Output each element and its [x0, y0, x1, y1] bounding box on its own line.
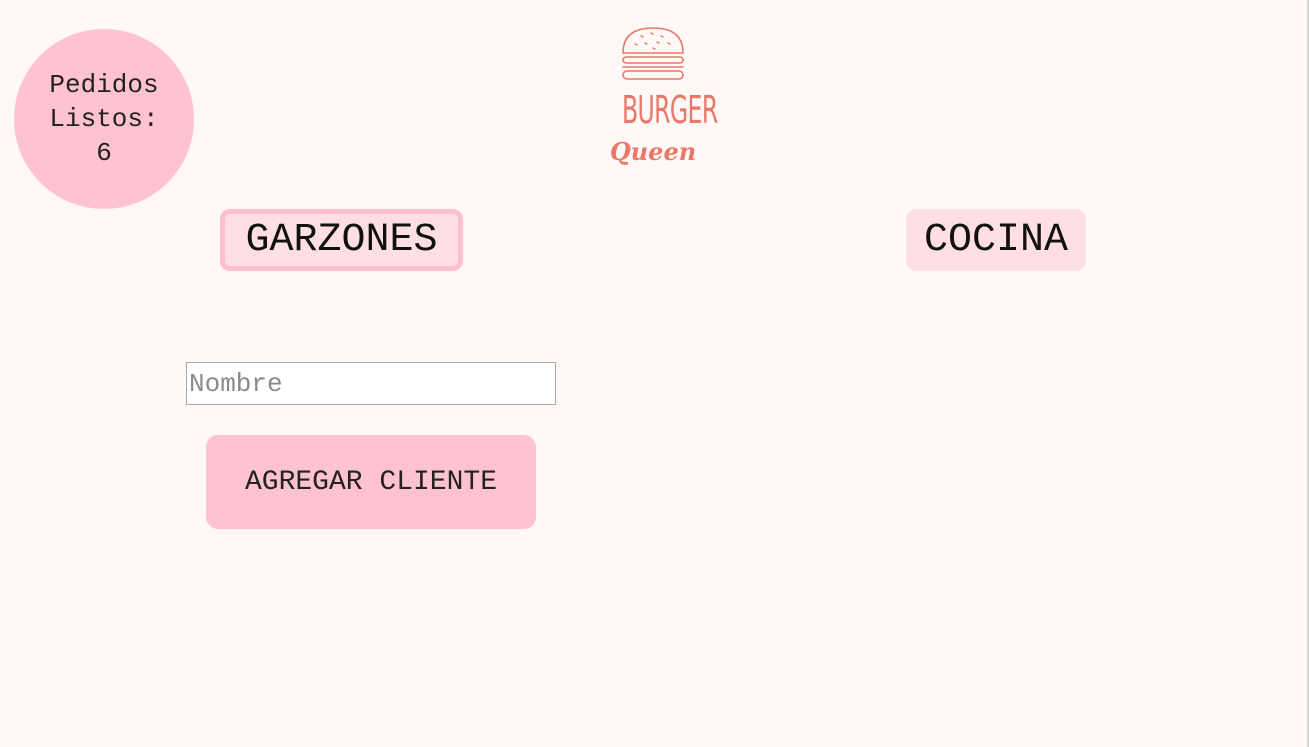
- ready-orders-badge: Pedidos Listos: 6: [14, 29, 194, 209]
- logo-word-queen: Queen: [609, 137, 697, 166]
- logo-word-burger: BURGER: [622, 88, 718, 132]
- ready-orders-label-line2: Listos:: [49, 104, 159, 134]
- add-customer-button[interactable]: AGREGAR CLIENTE: [206, 435, 536, 529]
- burger-icon: [622, 27, 684, 80]
- customer-name-input[interactable]: [186, 362, 556, 405]
- tab-kitchen[interactable]: COCINA: [906, 209, 1086, 271]
- ready-orders-count: 6: [96, 138, 112, 168]
- burger-queen-logo: BURGER Queen: [603, 26, 718, 168]
- ready-orders-label-line1: Pedidos: [49, 70, 159, 100]
- tab-waiters[interactable]: GARZONES: [220, 209, 463, 271]
